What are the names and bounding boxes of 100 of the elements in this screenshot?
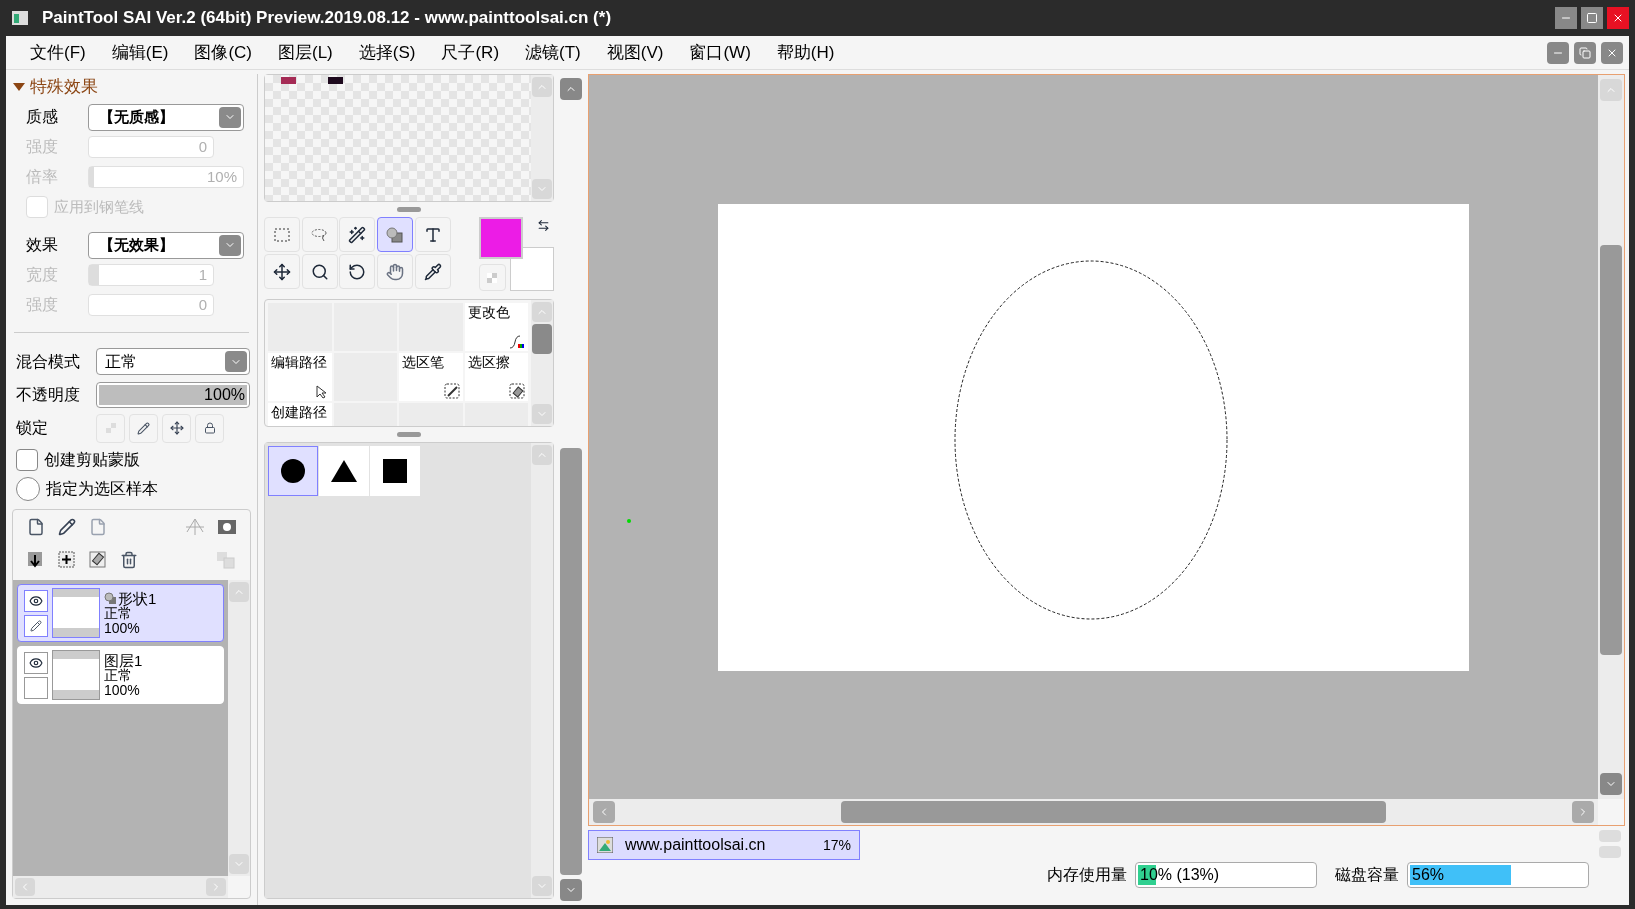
- scroll-thumb[interactable]: [1600, 245, 1622, 655]
- menu-item[interactable]: 滤镜(T): [521, 39, 585, 66]
- disk-meter: 56%: [1407, 862, 1589, 888]
- text-icon: [423, 225, 442, 244]
- checkbox-label: 应用到钢笔线: [54, 196, 144, 217]
- layer-name: 图层1: [104, 652, 143, 668]
- layer-opacity: 100%: [104, 682, 141, 698]
- brush-slot[interactable]: 创建路径: [268, 403, 332, 426]
- minimize-button[interactable]: [1555, 7, 1577, 29]
- trash-icon[interactable]: [120, 551, 138, 569]
- radio-label: 指定为选区样本: [46, 479, 158, 499]
- field-label: 不透明度: [16, 384, 81, 405]
- checker-icon: [487, 272, 498, 283]
- close-button[interactable]: [1607, 7, 1629, 29]
- swap-colors-icon[interactable]: [537, 219, 550, 232]
- field-label: 倍率: [26, 167, 59, 187]
- document-tab[interactable]: www.painttoolsai.cn 17%: [588, 830, 860, 860]
- edit-toggle[interactable]: [24, 614, 48, 637]
- minimize-button[interactable]: [1547, 41, 1569, 64]
- primary-color[interactable]: [478, 217, 523, 259]
- add-icon[interactable]: [58, 551, 76, 569]
- eraser-icon[interactable]: [89, 551, 107, 569]
- radio-button[interactable]: [16, 477, 40, 501]
- merge-down-icon[interactable]: [27, 551, 45, 569]
- dropdown[interactable]: 【无质感】: [88, 103, 244, 131]
- scroll-left-button[interactable]: [593, 801, 615, 823]
- app-icon: [12, 11, 28, 25]
- scroll-thumb[interactable]: [841, 801, 1386, 823]
- field-label: 效果: [26, 235, 59, 255]
- scroll-up-button[interactable]: [560, 78, 582, 100]
- checkbox-label: 创建剪贴蒙版: [44, 450, 140, 470]
- checkbox[interactable]: [16, 449, 38, 471]
- restore-icon: [1579, 46, 1591, 59]
- dropdown-arrow-button[interactable]: [219, 106, 241, 128]
- layer-thumbnail: [52, 650, 100, 700]
- menu-item[interactable]: 图像(C): [190, 39, 256, 66]
- brush-slot[interactable]: 选区笔: [399, 353, 463, 401]
- field-label: 混合模式: [16, 351, 81, 372]
- menu-item[interactable]: 编辑(E): [107, 39, 173, 66]
- collapse-arrow-icon[interactable]: [12, 82, 26, 92]
- menu-item[interactable]: 窗口(W): [685, 39, 755, 66]
- close-button[interactable]: [1601, 41, 1623, 64]
- circle-icon: [280, 458, 306, 484]
- color-swatch[interactable]: [328, 77, 343, 84]
- scroll-thumb[interactable]: [532, 324, 552, 354]
- dropdown-arrow-button[interactable]: [225, 351, 247, 372]
- image-icon: [597, 837, 613, 853]
- layer-name: 形状1: [118, 590, 157, 606]
- dropdown[interactable]: 正常: [96, 348, 250, 375]
- transparent-color-button[interactable]: [478, 264, 506, 291]
- page-icon[interactable]: [89, 518, 107, 536]
- lock-move-button[interactable]: [162, 413, 191, 443]
- brush-slot[interactable]: 编辑路径: [268, 353, 332, 401]
- perspective-icon[interactable]: [185, 518, 205, 536]
- maximize-button[interactable]: [1581, 7, 1603, 29]
- pencil-icon: [30, 619, 42, 632]
- visibility-toggle[interactable]: [24, 589, 48, 612]
- lock-paint-button[interactable]: [129, 413, 158, 443]
- splitter-handle[interactable]: [397, 432, 421, 437]
- brush-slot[interactable]: 选区擦: [464, 353, 528, 401]
- pen-layer-icon[interactable]: [58, 518, 76, 536]
- eye-icon: [29, 655, 43, 670]
- triangle-icon: [331, 460, 357, 482]
- menu-item[interactable]: 选择(S): [354, 39, 420, 66]
- eyedropper-icon: [423, 262, 442, 281]
- field-label: 强度: [26, 295, 59, 315]
- mask-icon[interactable]: [218, 520, 236, 534]
- scroll-down-button[interactable]: [560, 879, 582, 901]
- brush-slot[interactable]: 更改色: [464, 303, 528, 351]
- opacity-slider[interactable]: 100%: [96, 381, 250, 408]
- splitter-handle[interactable]: [397, 207, 421, 212]
- restore-button[interactable]: [1574, 41, 1596, 64]
- eye-icon: [29, 593, 43, 608]
- hand-icon: [386, 262, 405, 281]
- section-title: 特殊效果: [30, 76, 98, 99]
- scroll-down-button[interactable]: [1600, 773, 1622, 795]
- new-layer-icon[interactable]: [27, 518, 45, 536]
- color-swatch[interactable]: [281, 77, 296, 84]
- dropdown-arrow-button[interactable]: [219, 234, 241, 256]
- menu-item[interactable]: 帮助(H): [772, 39, 839, 66]
- zoom-icon: [310, 262, 329, 281]
- layer-item[interactable]: 图层1 正常 100%: [17, 646, 224, 704]
- menu-item[interactable]: 图层(L): [274, 39, 337, 66]
- layer-blend-mode: 正常: [104, 667, 133, 683]
- dropdown[interactable]: 【无效果】: [88, 231, 244, 259]
- menu-item[interactable]: 尺子(R): [437, 39, 504, 66]
- secondary-color[interactable]: [510, 247, 554, 291]
- scroll-right-button[interactable]: [1572, 801, 1594, 823]
- scroll-thumb[interactable]: [560, 448, 582, 875]
- menu-item[interactable]: 文件(F): [26, 39, 90, 66]
- visibility-toggle[interactable]: [24, 651, 48, 674]
- field-label: 强度: [26, 137, 59, 157]
- field-label: 宽度: [26, 265, 59, 285]
- menu-item[interactable]: 视图(V): [602, 39, 668, 66]
- layer-item[interactable]: 形状1 正常 100%: [17, 584, 224, 642]
- lock-all-button[interactable]: [195, 413, 224, 443]
- field-label: 锁定: [16, 418, 49, 438]
- selection-pen-icon: [443, 383, 460, 399]
- shape-button[interactable]: [268, 446, 318, 496]
- edit-toggle[interactable]: [24, 676, 48, 699]
